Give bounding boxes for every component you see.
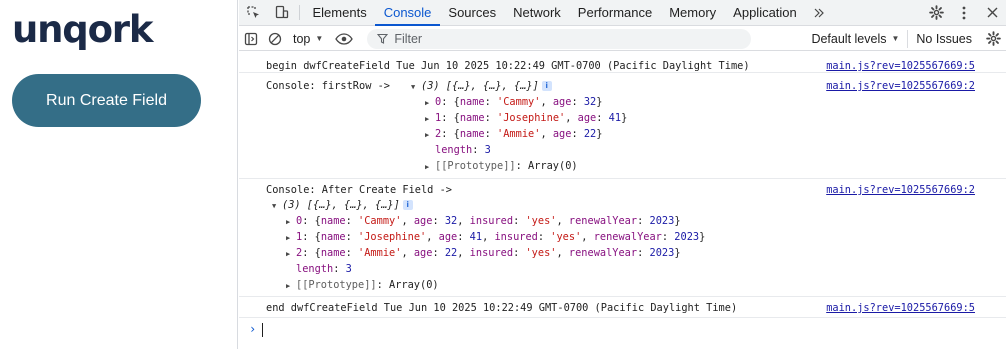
array-length: length: 3 <box>435 144 491 156</box>
levels-label: Default levels <box>811 31 887 46</box>
settings-gear-icon[interactable] <box>922 0 950 25</box>
console-output: begin dwfCreateField Tue Jun 10 2025 10:… <box>239 52 1006 349</box>
collapse-triangle-icon: ▶ <box>425 163 430 171</box>
context-selector[interactable]: top ▼ <box>287 32 329 46</box>
console-message: Console: After Create Field -> main.js?r… <box>239 179 1006 297</box>
tab-console[interactable]: Console <box>375 0 440 26</box>
array-item[interactable]: ▶ 1: {name: 'Josephine', age: 41, insured… <box>286 229 705 245</box>
more-options-kebab-icon[interactable] <box>950 0 978 25</box>
expand-triangle-icon: ▼ <box>411 83 416 91</box>
tab-elements[interactable]: Elements <box>304 0 375 25</box>
tab-application[interactable]: Application <box>725 0 806 25</box>
collapse-triangle-icon: ▶ <box>286 218 291 226</box>
run-create-field-button[interactable]: Run Create Field <box>12 74 201 127</box>
inspect-element-icon[interactable] <box>239 0 267 25</box>
array-prototype[interactable]: ▶ [[Prototype]]: Array(0) <box>425 158 578 174</box>
unqork-logo: unqork <box>12 8 153 51</box>
close-devtools-icon[interactable] <box>978 0 1006 25</box>
source-link[interactable]: main.js?rev=1025567669:5 <box>826 58 975 74</box>
array-summary[interactable]: ▼ (3) [{…}, {…}, {…}] i <box>411 78 552 94</box>
array-item[interactable]: ▶ 2: {name: 'Ammie', age: 22, insured: 'y… <box>286 245 681 261</box>
console-message: end dwfCreateField Tue Jun 10 2025 10:22… <box>239 297 1006 318</box>
array-item[interactable]: ▶ 2: {name: 'Ammie', age: 22} <box>425 126 602 142</box>
collapse-triangle-icon: ▶ <box>286 234 291 242</box>
console-input[interactable] <box>262 323 263 337</box>
devtools-tabbar: Elements Console Sources Network Perform… <box>239 0 1006 26</box>
live-expression-eye-icon[interactable] <box>329 27 359 51</box>
filter-funnel-icon <box>377 33 389 44</box>
source-link[interactable]: main.js?rev=1025567669:2 <box>826 182 975 198</box>
collapse-triangle-icon: ▶ <box>286 282 291 290</box>
array-item[interactable]: ▶ 0: {name: 'Cammy', age: 32} <box>425 94 602 110</box>
console-message: begin dwfCreateField Tue Jun 10 2025 10:… <box>239 52 1006 73</box>
devtools-panel: Elements Console Sources Network Perform… <box>239 0 1006 349</box>
app-panel: unqork Run Create Field <box>0 0 238 349</box>
array-item[interactable]: ▶ 1: {name: 'Josephine', age: 41} <box>425 110 627 126</box>
tab-sources[interactable]: Sources <box>440 0 505 25</box>
array-prototype[interactable]: ▶ [[Prototype]]: Array(0) <box>286 277 439 293</box>
array-item[interactable]: ▶ 0: {name: 'Cammy', age: 32, insured: 'y… <box>286 213 681 229</box>
console-settings-gear-icon[interactable] <box>980 27 1006 51</box>
more-tabs-chevron-icon[interactable] <box>805 0 833 25</box>
source-link[interactable]: main.js?rev=1025567669:5 <box>826 300 975 316</box>
device-toolbar-icon[interactable] <box>267 0 295 25</box>
issues-button[interactable]: No Issues <box>908 32 980 46</box>
tab-network[interactable]: Network <box>505 0 570 25</box>
array-length: length: 3 <box>296 263 352 275</box>
collapse-triangle-icon: ▶ <box>425 131 430 139</box>
source-link[interactable]: main.js?rev=1025567669:2 <box>826 78 975 94</box>
toggle-sidebar-icon[interactable] <box>239 27 263 51</box>
context-label: top <box>293 31 311 46</box>
filter-input[interactable]: Filter <box>367 28 752 49</box>
log-prefix: Console: firstRow -> <box>266 80 390 92</box>
caret-down-icon: ▼ <box>315 34 324 43</box>
info-icon: i <box>541 81 552 91</box>
filter-placeholder: Filter <box>394 31 423 46</box>
caret-down-icon: ▼ <box>891 34 900 43</box>
collapse-triangle-icon: ▶ <box>425 99 430 107</box>
tab-performance[interactable]: Performance <box>569 0 660 25</box>
tabbar-divider <box>299 5 300 20</box>
console-toolbar: top ▼ Filter Default levels ▼ No Issues <box>239 27 1006 51</box>
tab-memory[interactable]: Memory <box>661 0 725 25</box>
log-text: begin dwfCreateField Tue Jun 10 2025 10:… <box>266 60 750 72</box>
info-icon: i <box>402 200 413 210</box>
log-prefix: Console: After Create Field -> <box>266 184 452 196</box>
console-message: Console: firstRow -> ▼ (3) [{…}, {…}, {…}… <box>239 73 1006 179</box>
collapse-triangle-icon: ▶ <box>425 115 430 123</box>
console-prompt-chevron-icon: › <box>249 322 257 336</box>
clear-console-icon[interactable] <box>263 27 287 51</box>
collapse-triangle-icon: ▶ <box>286 250 291 258</box>
array-summary[interactable]: ▼ (3) [{…}, {…}, {…}] i <box>272 197 413 213</box>
log-text: end dwfCreateField Tue Jun 10 2025 10:22… <box>266 302 738 314</box>
expand-triangle-icon: ▼ <box>272 202 277 210</box>
log-levels-dropdown[interactable]: Default levels ▼ <box>801 29 909 48</box>
